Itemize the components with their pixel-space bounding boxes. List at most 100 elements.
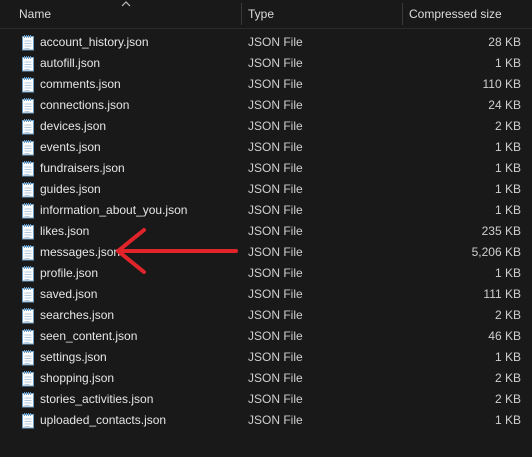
table-row[interactable]: stories_activities.json JSON File 2 KB xyxy=(0,389,532,410)
file-compressed-size: 1 KB xyxy=(494,413,521,427)
file-name: likes.json xyxy=(40,224,90,238)
file-compressed-size: 2 KB xyxy=(494,119,521,133)
table-row[interactable]: autofill.json JSON File 1 KB xyxy=(0,53,532,74)
file-compressed-size: 1 KB xyxy=(494,266,521,280)
table-row[interactable]: messages.json JSON File 5,206 KB xyxy=(0,242,532,263)
file-type: JSON File xyxy=(248,308,303,322)
table-row[interactable]: profile.json JSON File 1 KB xyxy=(0,263,532,284)
file-type: JSON File xyxy=(248,203,303,217)
file-name: messages.json xyxy=(40,245,121,259)
table-row[interactable]: likes.json JSON File 235 KB xyxy=(0,221,532,242)
table-row[interactable]: information_about_you.json JSON File 1 KB xyxy=(0,200,532,221)
file-type: JSON File xyxy=(248,161,303,175)
file-type: JSON File xyxy=(248,77,303,91)
file-compressed-size: 110 KB xyxy=(482,77,521,91)
file-compressed-size: 235 KB xyxy=(481,224,521,238)
table-row[interactable]: seen_content.json JSON File 46 KB xyxy=(0,326,532,347)
file-type: JSON File xyxy=(248,98,303,112)
file-type: JSON File xyxy=(248,140,303,154)
json-file-icon xyxy=(22,140,34,156)
file-type: JSON File xyxy=(248,182,303,196)
json-file-icon xyxy=(22,35,34,51)
json-file-icon xyxy=(22,413,34,429)
column-header-name[interactable]: Name xyxy=(19,0,51,28)
json-file-icon xyxy=(22,287,34,303)
file-list: account_history.json JSON File 28 KB autofi… xyxy=(0,32,532,431)
file-compressed-size: 1 KB xyxy=(494,350,521,364)
table-row[interactable]: fundraisers.json JSON File 1 KB xyxy=(0,158,532,179)
file-type: JSON File xyxy=(248,371,303,385)
table-row[interactable]: events.json JSON File 1 KB xyxy=(0,137,532,158)
file-name: events.json xyxy=(40,140,101,154)
file-name: comments.json xyxy=(40,77,121,91)
file-type: JSON File xyxy=(248,35,303,49)
json-file-icon xyxy=(22,308,34,324)
file-type: JSON File xyxy=(248,245,303,259)
column-divider[interactable] xyxy=(402,3,403,25)
json-file-icon xyxy=(22,161,34,177)
file-name: settings.json xyxy=(40,350,107,364)
table-row[interactable]: settings.json JSON File 1 KB xyxy=(0,347,532,368)
column-divider[interactable] xyxy=(241,3,242,25)
json-file-icon xyxy=(22,182,34,198)
file-name: account_history.json xyxy=(40,35,149,49)
file-name: saved.json xyxy=(40,287,98,301)
file-name: devices.json xyxy=(40,119,107,133)
file-compressed-size: 2 KB xyxy=(494,392,521,406)
file-type: JSON File xyxy=(248,329,303,343)
file-type: JSON File xyxy=(248,392,303,406)
table-row[interactable]: shopping.json JSON File 2 KB xyxy=(0,368,532,389)
file-compressed-size: 1 KB xyxy=(494,140,521,154)
file-name: uploaded_contacts.json xyxy=(40,413,167,427)
file-name: shopping.json xyxy=(40,371,115,385)
file-compressed-size: 2 KB xyxy=(494,371,521,385)
table-row[interactable]: connections.json JSON File 24 KB xyxy=(0,95,532,116)
file-name: fundraisers.json xyxy=(40,161,125,175)
file-name: connections.json xyxy=(40,98,130,112)
file-compressed-size: 111 KB xyxy=(483,287,521,301)
file-compressed-size: 28 KB xyxy=(488,35,521,49)
json-file-icon xyxy=(22,266,34,282)
file-name: information_about_you.json xyxy=(40,203,188,217)
table-row[interactable]: saved.json JSON File 111 KB xyxy=(0,284,532,305)
file-name: autofill.json xyxy=(40,56,101,70)
json-file-icon xyxy=(22,224,34,240)
file-compressed-size: 1 KB xyxy=(494,161,521,175)
sort-ascending-icon xyxy=(121,1,131,7)
table-row[interactable]: searches.json JSON File 2 KB xyxy=(0,305,532,326)
table-row[interactable]: devices.json JSON File 2 KB xyxy=(0,116,532,137)
table-row[interactable]: comments.json JSON File 110 KB xyxy=(0,74,532,95)
file-compressed-size: 46 KB xyxy=(488,329,521,343)
column-header-compressed-size[interactable]: Compressed size xyxy=(409,0,502,28)
file-name: searches.json xyxy=(40,308,115,322)
json-file-icon xyxy=(22,56,34,72)
json-file-icon xyxy=(22,98,34,114)
file-compressed-size: 1 KB xyxy=(494,182,521,196)
file-name: stories_activities.json xyxy=(40,392,154,406)
table-row[interactable]: account_history.json JSON File 28 KB xyxy=(0,32,532,53)
file-name: seen_content.json xyxy=(40,329,138,343)
file-type: JSON File xyxy=(248,287,303,301)
json-file-icon xyxy=(22,392,34,408)
json-file-icon xyxy=(22,77,34,93)
file-type: JSON File xyxy=(248,224,303,238)
file-type: JSON File xyxy=(248,119,303,133)
file-compressed-size: 2 KB xyxy=(494,308,521,322)
column-header-type[interactable]: Type xyxy=(248,0,274,28)
json-file-icon xyxy=(22,329,34,345)
json-file-icon xyxy=(22,350,34,366)
json-file-icon xyxy=(22,203,34,219)
json-file-icon xyxy=(22,371,34,387)
file-compressed-size: 5,206 KB xyxy=(471,245,521,259)
red-arrow-annotation xyxy=(116,228,238,274)
file-compressed-size: 24 KB xyxy=(488,98,521,112)
table-row[interactable]: uploaded_contacts.json JSON File 1 KB xyxy=(0,410,532,431)
file-type: JSON File xyxy=(248,56,303,70)
file-name: profile.json xyxy=(40,266,99,280)
table-row[interactable]: guides.json JSON File 1 KB xyxy=(0,179,532,200)
file-compressed-size: 1 KB xyxy=(494,56,521,70)
file-type: JSON File xyxy=(248,266,303,280)
file-type: JSON File xyxy=(248,350,303,364)
column-header: Name Type Compressed size xyxy=(0,0,532,29)
json-file-icon xyxy=(22,245,34,261)
